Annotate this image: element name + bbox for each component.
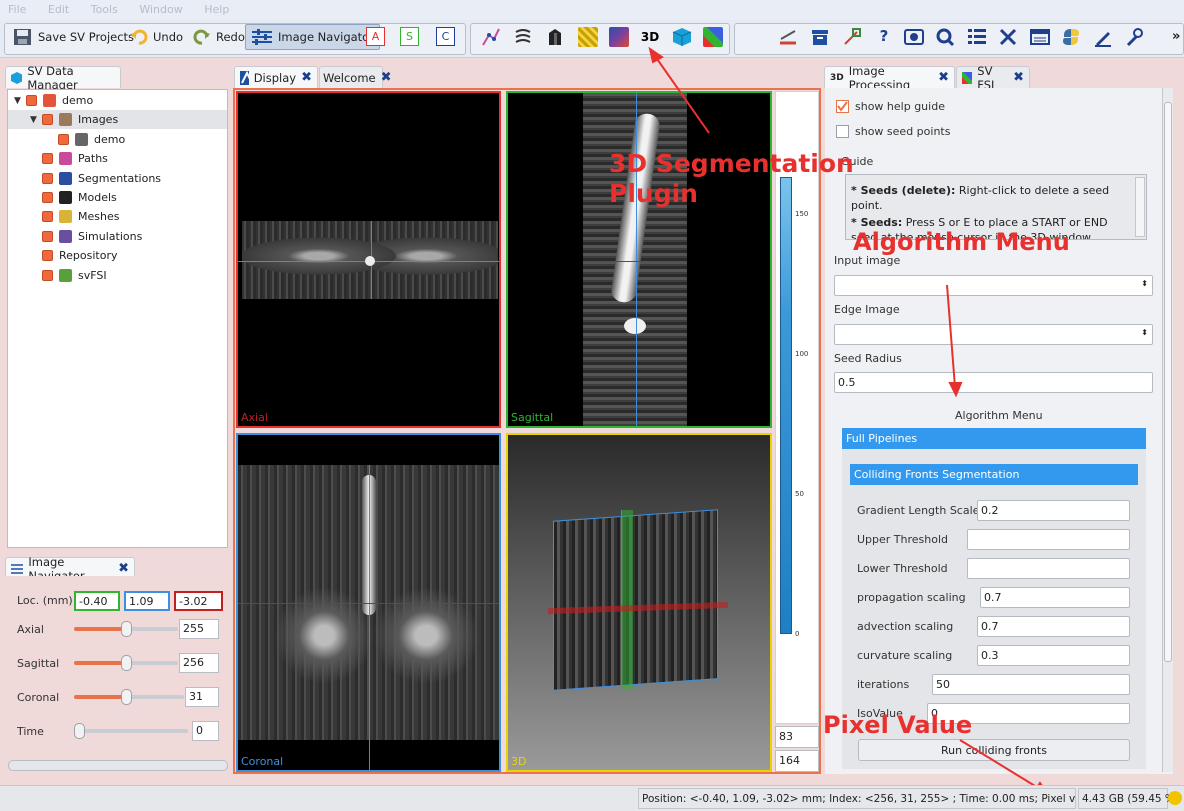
annotation-seg-plugin-line2: Plugin: [609, 179, 698, 208]
annotation-pixel-value: Pixel Value: [823, 711, 973, 739]
annotation-algorithm-menu: Algorithm Menu: [853, 228, 1070, 256]
annotation-arrows: [648, 46, 1050, 795]
arrow-seg-plugin-head: [648, 46, 664, 64]
memory-indicator-icon: [1168, 791, 1182, 805]
annotation-seg-plugin-line1: 3D Segmentation: [609, 149, 854, 178]
arrow-algorithm-menu: [946, 284, 956, 388]
arrow-seg-plugin: [654, 55, 710, 134]
memory-usage: 4.43 GB (59.45 %): [1078, 788, 1179, 809]
arrow-pixel-value: [959, 739, 1041, 790]
arrow-algorithm-menu-head: [948, 382, 963, 398]
annotation-seg-plugin: 3D Segmentation Plugin: [609, 149, 854, 209]
status-position-text: Position: <-0.40, 1.09, -3.02> mm; Index…: [638, 788, 1076, 809]
status-bar: Position: <-0.40, 1.09, -3.02> mm; Index…: [0, 785, 1184, 811]
